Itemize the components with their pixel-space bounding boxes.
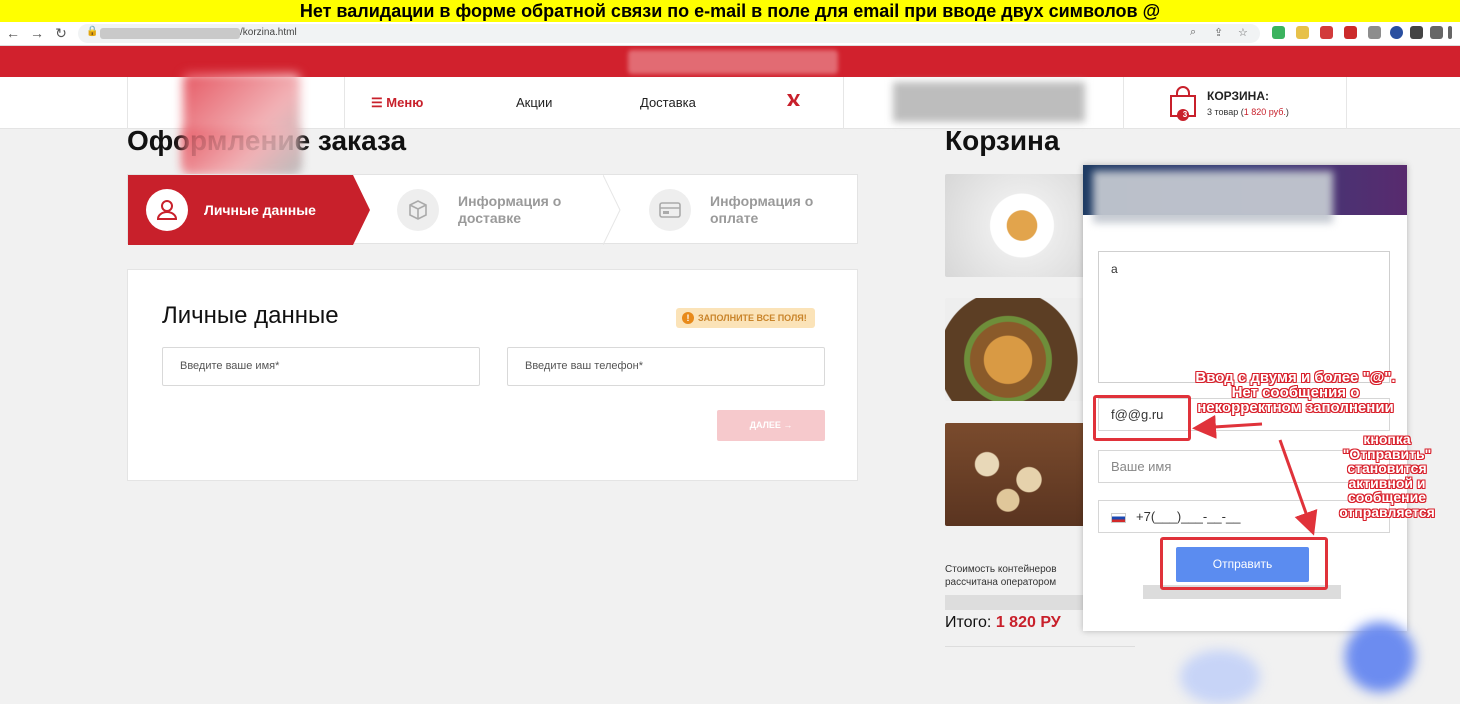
adblock-extension-icon[interactable] bbox=[1320, 26, 1333, 39]
form-title: Личные данные bbox=[162, 302, 339, 329]
box-icon bbox=[397, 189, 439, 231]
forward-icon[interactable]: → bbox=[28, 24, 46, 42]
share-icon[interactable]: ⇪ bbox=[1214, 26, 1223, 39]
back-icon[interactable]: ← bbox=[4, 24, 22, 42]
cart-heading: Корзина bbox=[945, 125, 1060, 156]
cart-total: Итого: 1 820 РУ bbox=[945, 614, 1061, 631]
cart-item-image[interactable] bbox=[945, 174, 1085, 277]
bug-title-banner: Нет валидации в форме обратной связи по … bbox=[0, 0, 1460, 22]
title-redaction-overlay bbox=[183, 128, 300, 173]
user-icon bbox=[146, 189, 188, 231]
nav-delivery[interactable]: Доставка bbox=[640, 95, 696, 110]
step-payment-label[interactable]: Информация о оплате bbox=[710, 193, 813, 227]
russia-flag-icon bbox=[1111, 512, 1126, 523]
warning-icon: ! bbox=[682, 312, 694, 324]
bookmark-star-icon[interactable]: ☆ bbox=[1238, 26, 1248, 39]
kebab-menu-icon[interactable] bbox=[1448, 26, 1452, 39]
evernote-extension-icon[interactable] bbox=[1272, 26, 1285, 39]
cart-item-image[interactable] bbox=[945, 423, 1085, 526]
cart-summary: 3 товар (1 820 руб.) bbox=[1207, 107, 1289, 117]
cart-count-badge: 3 bbox=[1182, 110, 1188, 119]
chat-widget-icon[interactable] bbox=[1345, 622, 1415, 692]
extensions-puzzle-icon[interactable] bbox=[1410, 26, 1423, 39]
url-path: /korzina.html bbox=[240, 27, 297, 38]
card-icon bbox=[649, 189, 691, 231]
nav-promo[interactable]: Акции bbox=[516, 95, 552, 110]
phone-input[interactable]: Введите ваш телефон* bbox=[507, 347, 825, 386]
step-personal-label: Личные данные bbox=[204, 202, 316, 218]
floating-widget-redacted[interactable] bbox=[1180, 650, 1260, 704]
cart-title[interactable]: КОРЗИНА: bbox=[1207, 89, 1269, 103]
nav-menu[interactable]: ☰ Меню bbox=[371, 95, 423, 111]
cart-item-image[interactable] bbox=[945, 298, 1085, 401]
header-contact-redacted bbox=[893, 82, 1085, 122]
button-annotation: кнопка "Отправить" становится активной и… bbox=[1339, 431, 1435, 520]
extension-globe-icon[interactable] bbox=[1390, 26, 1403, 39]
message-textarea[interactable]: a bbox=[1098, 251, 1390, 383]
address-bar[interactable]: 🔒 /korzina.html ⌕ ⇪ ☆ bbox=[78, 24, 1260, 43]
extension-badge-icon[interactable] bbox=[1344, 26, 1357, 39]
popup-title-redacted bbox=[1093, 171, 1333, 223]
zoom-icon[interactable]: ⌕ bbox=[1190, 26, 1196, 39]
browser-toolbar: ← → ↻ 🔒 /korzina.html ⌕ ⇪ ☆ bbox=[0, 22, 1460, 46]
personal-data-card: Личные данные ! ЗАПОЛНИТЕ ВСЕ ПОЛЯ! Введ… bbox=[127, 269, 858, 481]
extension-icon[interactable] bbox=[1296, 26, 1309, 39]
divider bbox=[945, 646, 1135, 647]
hamburger-icon: ☰ bbox=[371, 95, 387, 110]
url-domain-redacted bbox=[100, 28, 240, 39]
name-input[interactable]: Введите ваше имя* bbox=[162, 347, 480, 386]
vk-icon[interactable] bbox=[786, 93, 808, 110]
email-highlight-box bbox=[1093, 395, 1191, 441]
redacted-bar bbox=[945, 595, 1095, 610]
extension-doc-icon[interactable] bbox=[1368, 26, 1381, 39]
step-delivery-label[interactable]: Информация о доставке bbox=[458, 193, 561, 227]
next-button[interactable]: ДАЛЕЕ → bbox=[717, 410, 825, 441]
reload-icon[interactable]: ↻ bbox=[52, 24, 70, 42]
side-panel-icon[interactable] bbox=[1430, 26, 1443, 39]
fill-all-badge: ! ЗАПОЛНИТЕ ВСЕ ПОЛЯ! bbox=[676, 308, 815, 328]
send-highlight-box bbox=[1160, 537, 1328, 590]
redacted-strip-content bbox=[628, 50, 838, 74]
checkout-steps: Личные данные Информация о доставке Инфор… bbox=[127, 174, 858, 245]
lock-icon: 🔒 bbox=[86, 26, 99, 37]
container-cost-note: Стоимость контейнеров рассчитана оператор… bbox=[945, 564, 1057, 588]
email-annotation: Ввод с двумя и более "@". Нет сообщения … bbox=[1195, 369, 1396, 416]
